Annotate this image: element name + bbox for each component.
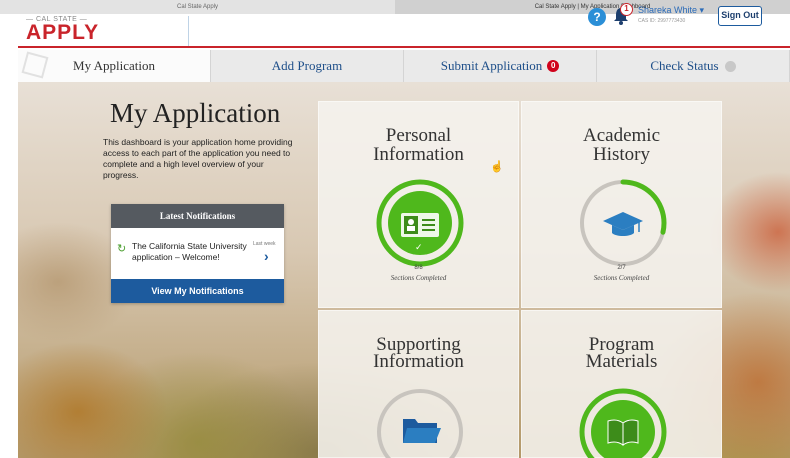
- cas-id-text: CAS ID: 2997773430: [638, 18, 686, 24]
- hand-cursor-icon: ☝: [490, 161, 504, 173]
- book-icon: [607, 419, 639, 446]
- notification-time: Last week: [253, 241, 276, 247]
- sections-count: 2/7: [617, 265, 626, 271]
- folder-icon: [403, 419, 441, 443]
- page-title: My Application: [110, 98, 281, 128]
- sections-completed-label: Sections Completed: [593, 274, 650, 282]
- help-icon[interactable]: ?: [588, 8, 606, 26]
- card-title-line-2: History: [593, 144, 650, 165]
- latest-notifications-panel: Latest Notifications ↻ The California St…: [111, 204, 284, 303]
- main-nav: My Application Add Program Submit Applic…: [18, 50, 790, 82]
- tab-submit-application[interactable]: Submit Application 0: [404, 50, 597, 82]
- card-program-materials[interactable]: Program Materials: [521, 310, 722, 458]
- cal-state-apply-logo[interactable]: — CAL STATE — APPLY: [26, 16, 186, 43]
- intro-description: This dashboard is your application home …: [103, 137, 293, 180]
- chevron-right-icon[interactable]: ›: [264, 248, 269, 264]
- card-title-line-2: Information: [373, 351, 464, 372]
- id-card-icon: [401, 213, 439, 237]
- sections-completed-label: Sections Completed: [390, 274, 447, 282]
- view-my-notifications-button[interactable]: View My Notifications: [111, 279, 284, 303]
- tab-label: My Application: [73, 58, 155, 73]
- tab-label: Submit Application: [440, 58, 543, 73]
- notification-message: The California State University applicat…: [132, 241, 247, 262]
- logo-divider: [188, 16, 189, 46]
- card-title-line-2: Materials: [585, 351, 658, 372]
- browser-tab-cal-state-apply[interactable]: Cal State Apply: [0, 0, 395, 14]
- card-personal-information[interactable]: Personal Information ✓ 8/8 Sections Comp…: [318, 101, 519, 308]
- refresh-arrow-icon: ↻: [117, 243, 127, 255]
- logo-big-text: APPLY: [26, 21, 100, 44]
- tab-label: Check Status: [650, 58, 719, 73]
- checkmark-icon: ✓: [415, 242, 423, 252]
- notification-count-badge: 1: [620, 3, 633, 16]
- tab-check-status[interactable]: Check Status: [597, 50, 790, 82]
- sections-count: 8/8: [414, 265, 423, 271]
- graduation-cap-icon: [603, 212, 643, 236]
- notification-item[interactable]: ↻ The California State University applic…: [111, 228, 284, 279]
- card-supporting-information[interactable]: Supporting Information: [318, 310, 519, 458]
- tab-add-program[interactable]: Add Program: [211, 50, 404, 82]
- tab-decoration-icon: [21, 51, 49, 79]
- tab-my-application[interactable]: My Application: [18, 50, 211, 82]
- card-title-line-1: Personal: [385, 125, 452, 146]
- status-dot-icon: [724, 60, 736, 72]
- sign-out-button[interactable]: Sign Out: [718, 6, 762, 26]
- user-menu[interactable]: Shareka White ▾: [638, 5, 704, 16]
- submit-count-badge: 0: [547, 60, 560, 72]
- card-title-line-2: Information: [373, 144, 464, 165]
- notifications-header: Latest Notifications: [111, 204, 284, 228]
- card-academic-history[interactable]: Academic History 2/7 Sections Completed: [521, 101, 722, 308]
- tab-label: Add Program: [271, 58, 343, 73]
- card-title-line-1: Academic: [582, 125, 660, 146]
